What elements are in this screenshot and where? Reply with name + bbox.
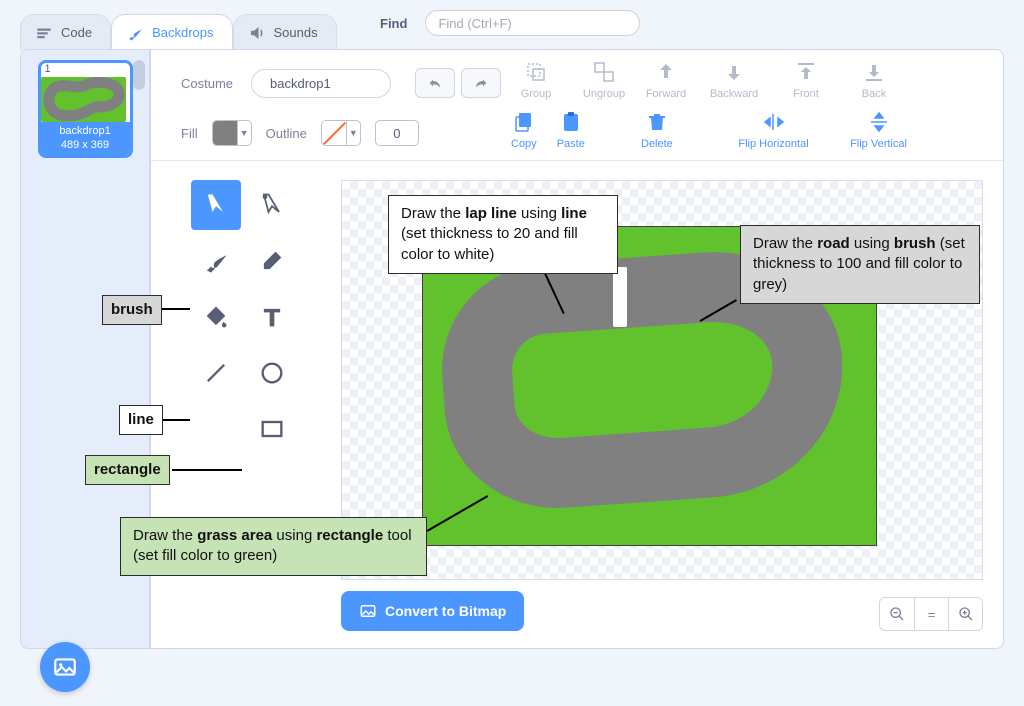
order-actions: Forward Backward	[641, 60, 759, 100]
undo-redo-group	[415, 68, 501, 98]
group-actions: Group Ungroup	[511, 60, 629, 100]
rectangle-tool[interactable]	[247, 404, 297, 454]
leader-line	[160, 419, 190, 421]
group-button[interactable]: Group	[511, 60, 561, 100]
front-icon	[794, 60, 818, 84]
code-icon	[35, 26, 53, 40]
zoom-reset-button[interactable]: =	[914, 598, 948, 630]
thumbnail-preview	[41, 77, 126, 122]
group-icon	[524, 60, 548, 84]
copy-icon	[512, 110, 536, 134]
flip-actions: Flip Horizontal Flip Vertical	[731, 110, 921, 150]
circle-tool[interactable]	[247, 348, 297, 398]
tab-backdrops[interactable]: Backdrops	[111, 14, 232, 50]
toolbar-divider	[151, 160, 1003, 161]
flip-horizontal-button[interactable]: Flip Horizontal	[731, 110, 816, 150]
costume-name-input[interactable]: backdrop1	[251, 69, 391, 98]
callout-road: Draw the road using brush (set thickness…	[740, 225, 980, 304]
copy-button[interactable]: Copy	[511, 110, 537, 150]
tab-label: Backdrops	[152, 25, 213, 40]
zoom-out-button[interactable]	[880, 598, 914, 630]
outline-color-picker[interactable]: ▼	[321, 120, 361, 146]
tab-code[interactable]: Code	[20, 14, 111, 50]
undo-icon	[425, 75, 445, 91]
eraser-tool[interactable]	[247, 236, 297, 286]
fill-label: Fill	[181, 126, 198, 141]
leader-line	[160, 308, 190, 310]
backward-button[interactable]: Backward	[709, 60, 759, 100]
editor-tabs: Code Backdrops Sounds	[20, 10, 337, 50]
redo-icon	[471, 75, 491, 91]
fill-color-picker[interactable]: ▼	[212, 120, 252, 146]
fill-outline-row: Fill ▼ Outline ▼ 0	[181, 120, 419, 146]
zoom-in-icon	[958, 606, 974, 622]
line-tool[interactable]	[191, 348, 241, 398]
paste-icon	[559, 110, 583, 134]
flip-horizontal-icon	[762, 110, 786, 134]
forward-icon	[654, 60, 678, 84]
callout-brush-label: brush	[102, 295, 162, 325]
backdrop-thumbnail[interactable]: 1 backdrop1 489 x 369	[38, 60, 133, 158]
image-icon	[52, 654, 78, 680]
callout-line-label: line	[119, 405, 163, 435]
undo-button[interactable]	[415, 68, 455, 98]
add-backdrop-button[interactable]	[40, 642, 90, 692]
reshape-tool[interactable]	[247, 180, 297, 230]
front-back-actions: Front Back	[781, 60, 899, 100]
callout-grass: Draw the grass area using rectangle tool…	[120, 517, 427, 576]
zoom-in-button[interactable]	[948, 598, 982, 630]
forward-button[interactable]: Forward	[641, 60, 691, 100]
find-area: Find Find (Ctrl+F)	[380, 10, 640, 36]
convert-to-bitmap-button[interactable]: Convert to Bitmap	[341, 591, 524, 631]
callout-lap-line: Draw the lap line using line (set thickn…	[388, 195, 618, 274]
text-tool[interactable]	[247, 292, 297, 342]
delete-group: Delete	[641, 110, 673, 150]
leader-line	[172, 469, 242, 471]
fill-tool[interactable]	[191, 292, 241, 342]
sound-icon	[248, 26, 266, 40]
back-icon	[862, 60, 886, 84]
flip-vertical-button[interactable]: Flip Vertical	[836, 110, 921, 150]
callout-rectangle-label: rectangle	[85, 455, 170, 485]
lap-line-shape	[613, 267, 627, 327]
costume-label: Costume	[181, 76, 233, 91]
convert-label: Convert to Bitmap	[385, 603, 506, 619]
delete-button[interactable]: Delete	[641, 110, 673, 150]
chevron-down-icon: ▼	[346, 121, 360, 145]
thumbnail-dims: 489 x 369	[41, 138, 130, 152]
find-input[interactable]: Find (Ctrl+F)	[425, 10, 640, 36]
tab-label: Sounds	[274, 25, 318, 40]
backward-icon	[722, 60, 746, 84]
find-placeholder: Find (Ctrl+F)	[438, 16, 511, 31]
outline-label: Outline	[266, 126, 307, 141]
flip-vertical-icon	[867, 110, 891, 134]
front-button[interactable]: Front	[781, 60, 831, 100]
thumbnail-number: 1	[41, 63, 130, 75]
tab-sounds[interactable]: Sounds	[233, 14, 337, 50]
redo-button[interactable]	[461, 68, 501, 98]
find-label: Find	[380, 16, 407, 31]
outline-width-input[interactable]: 0	[375, 120, 419, 146]
ungroup-button[interactable]: Ungroup	[579, 60, 629, 100]
zoom-out-icon	[889, 606, 905, 622]
clipboard-actions: Copy Paste	[511, 110, 585, 150]
select-tool[interactable]	[191, 180, 241, 230]
brush-icon	[126, 26, 144, 40]
fill-swatch	[213, 121, 237, 145]
back-button[interactable]: Back	[849, 60, 899, 100]
paste-button[interactable]: Paste	[557, 110, 585, 150]
tool-palette	[191, 180, 297, 454]
outline-swatch	[322, 121, 346, 145]
thumbnail-caption: backdrop1 489 x 369	[41, 122, 130, 155]
brush-tool[interactable]	[191, 236, 241, 286]
chevron-down-icon: ▼	[237, 121, 251, 145]
thumbnail-name: backdrop1	[41, 124, 130, 138]
bitmap-icon	[359, 602, 377, 620]
zoom-controls: =	[879, 597, 983, 631]
trash-icon	[645, 110, 669, 134]
tab-label: Code	[61, 25, 92, 40]
ungroup-icon	[592, 60, 616, 84]
sidebar-scrollbar[interactable]	[133, 60, 145, 90]
costume-row: Costume backdrop1	[181, 68, 501, 98]
